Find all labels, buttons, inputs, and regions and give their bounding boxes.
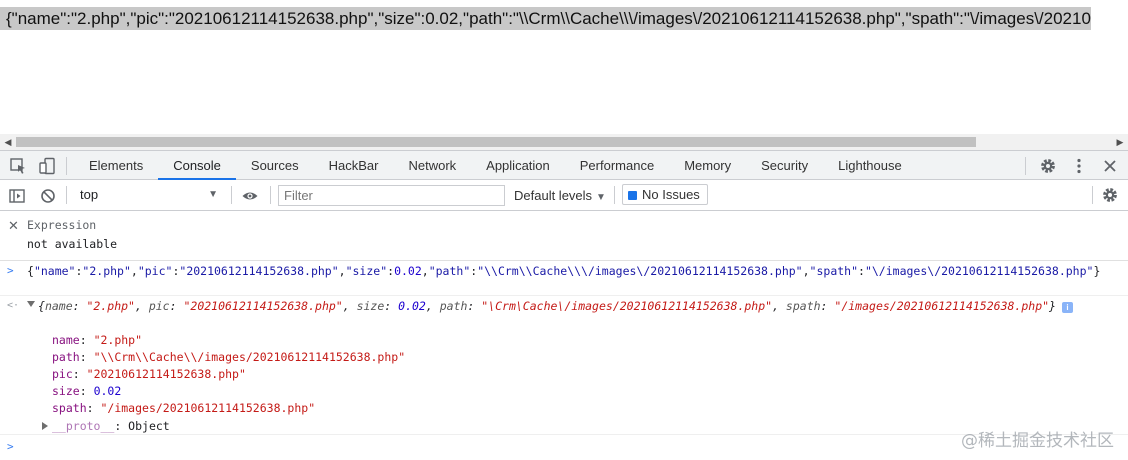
sidebar-toggle-icon[interactable] [8, 187, 26, 205]
tab-lighthouse[interactable]: Lighthouse [823, 151, 917, 180]
issues-label: No Issues [642, 187, 700, 202]
info-icon[interactable]: i [1061, 302, 1073, 313]
object-property: spath: "/images/20210612114152638.php" [52, 401, 316, 415]
clear-console-icon[interactable] [39, 187, 57, 205]
live-expression: ✕ Expression not available [0, 211, 1128, 261]
tab-memory[interactable]: Memory [669, 151, 746, 180]
remove-expression-icon[interactable]: ✕ [8, 218, 19, 234]
object-property: size: 0.02 [52, 384, 122, 398]
log-levels-dropdown[interactable]: Default levels ▼ [514, 185, 606, 206]
console-input[interactable]: > [0, 435, 1128, 460]
toolbar-divider [231, 186, 232, 204]
more-vertical-icon[interactable] [1070, 157, 1088, 175]
toolbar-divider [270, 186, 271, 204]
tab-security[interactable]: Security [746, 151, 823, 180]
expand-triangle-icon[interactable] [42, 422, 48, 430]
chevron-right-icon: > [7, 440, 14, 453]
toolbar-divider [614, 186, 615, 204]
devtools-tabs: Elements Console Sources HackBar Network… [74, 151, 917, 180]
inspect-element-icon[interactable] [9, 157, 27, 175]
toolbar-divider [66, 186, 67, 204]
issues-button[interactable]: No Issues [622, 184, 708, 205]
close-icon[interactable] [1101, 157, 1119, 175]
scroll-left-icon[interactable]: ◀ [2, 136, 14, 148]
toolbar-divider [1092, 186, 1093, 204]
scroll-right-icon[interactable]: ▶ [1114, 136, 1126, 148]
page-viewport: {"name":"2.php","pic":"20210612114152638… [0, 0, 1128, 134]
watermark-logo: @稀土掘金技术社区 [961, 431, 1114, 451]
live-expression-result: not available [27, 237, 118, 251]
tab-hackbar[interactable]: HackBar [314, 151, 394, 180]
log-levels-label: Default levels [514, 188, 593, 203]
command-text[interactable]: {"name":"2.php","pic":"20210612114152638… [27, 264, 1107, 278]
chevron-down-icon: ▼ [208, 189, 218, 200]
scrollbar-thumb[interactable] [16, 137, 976, 147]
context-value: top [80, 187, 99, 202]
gear-icon[interactable] [1039, 157, 1057, 175]
issues-icon [628, 191, 637, 200]
console-command-row: > {"name":"2.php","pic":"202106121141526… [0, 261, 1128, 296]
tab-console[interactable]: Console [158, 151, 236, 180]
console-toolbar: top ▼ Default levels▼ No Issues [0, 180, 1128, 211]
page-json-text: {"name":"2.php","pic":"20210612114152638… [0, 6, 1128, 32]
toolbar-divider [1025, 157, 1026, 175]
horizontal-scrollbar[interactable]: ◀ ▶ [0, 134, 1128, 150]
expand-triangle-icon[interactable] [27, 301, 35, 307]
console-settings-gear-icon[interactable] [1101, 186, 1119, 204]
proto-property[interactable]: __proto__: Object [42, 419, 170, 433]
toolbar-divider [66, 157, 67, 175]
context-select[interactable]: top ▼ [74, 185, 224, 205]
filter-input[interactable] [278, 185, 505, 206]
tab-network[interactable]: Network [393, 151, 471, 180]
tab-performance[interactable]: Performance [565, 151, 669, 180]
tab-sources[interactable]: Sources [236, 151, 314, 180]
eye-icon[interactable] [241, 187, 259, 205]
object-property: name: "2.php" [52, 333, 143, 347]
tab-elements[interactable]: Elements [74, 151, 158, 180]
devtools-tabbar: Elements Console Sources HackBar Network… [0, 150, 1128, 180]
chevron-down-icon: ▼ [596, 192, 606, 203]
object-property: pic: "20210612114152638.php" [52, 367, 246, 381]
result-arrow-icon: <· [7, 300, 20, 311]
tab-application[interactable]: Application [471, 151, 565, 180]
console-result-row: <· {name: "2.php", pic: "202106121141526… [0, 296, 1128, 435]
live-expression-label[interactable]: Expression [27, 218, 96, 232]
object-preview[interactable]: {name: "2.php", pic: "20210612114152638.… [38, 299, 1098, 313]
console-messages: > {"name":"2.php","pic":"202106121141526… [0, 261, 1128, 460]
device-toolbar-icon[interactable] [38, 157, 56, 175]
chevron-right-icon: > [7, 264, 14, 277]
object-property: path: "\\Crm\\Cache\\/images/20210612114… [52, 350, 406, 364]
